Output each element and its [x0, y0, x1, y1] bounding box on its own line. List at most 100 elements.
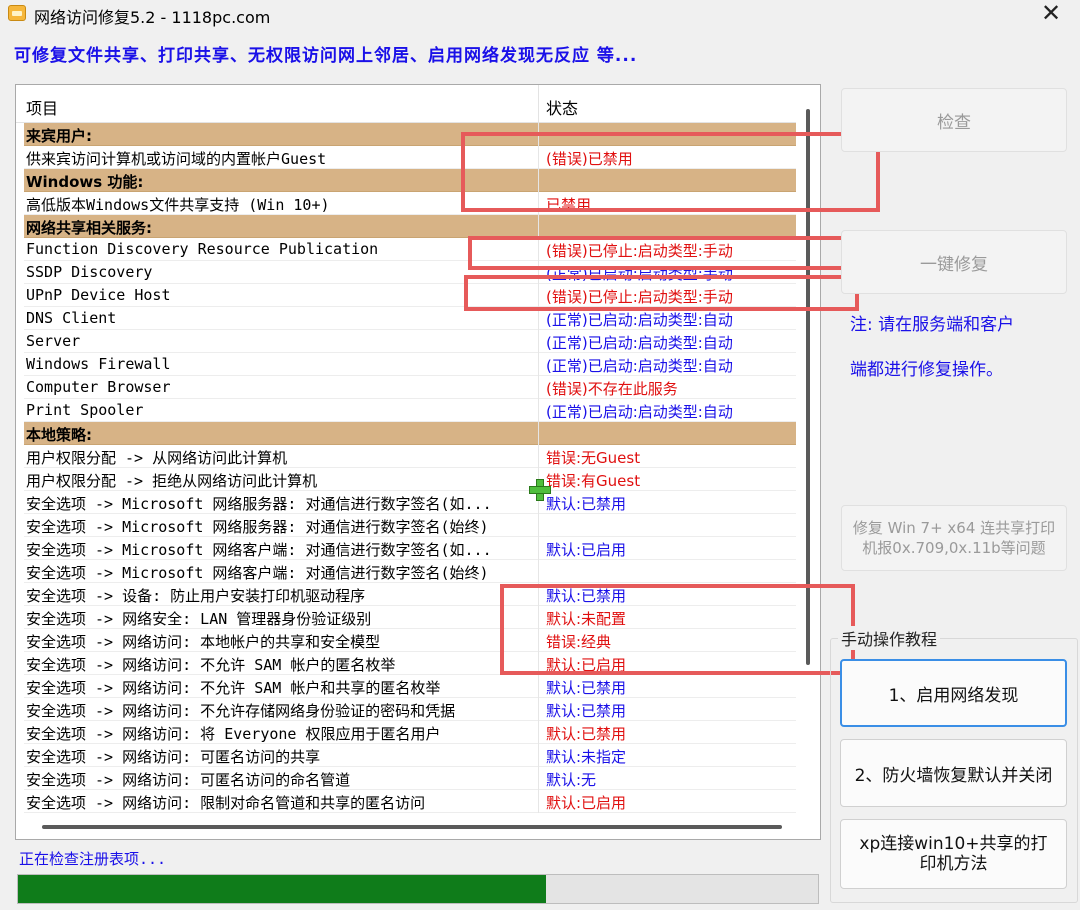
item-name: 安全选项 -> Microsoft 网络客户端: 对通信进行数字签名(始终) — [26, 564, 489, 582]
row-column-separator — [538, 422, 539, 445]
item-name: 本地策略: — [26, 426, 92, 444]
list-item[interactable]: Computer Browser (错误)不存在此服务 — [24, 376, 796, 399]
manual-tutorial-label: 手动操作教程 — [838, 626, 941, 650]
horizontal-scroll-thumb[interactable] — [42, 825, 782, 829]
list-item[interactable]: 安全选项 -> 网络访问: 不允许 SAM 帐户和共享的匿名枚举 默认:已禁用 — [24, 675, 796, 698]
list-section-header[interactable]: 本地策略: — [24, 422, 796, 445]
item-name: 安全选项 -> 网络安全: LAN 管理器身份验证级别 — [26, 610, 372, 628]
list-item[interactable]: 安全选项 -> 网络访问: 不允许存储网络身份验证的密码和凭据 默认:已禁用 — [24, 698, 796, 721]
fix-printer-error-button[interactable]: 修复 Win 7+ x64 连共享打印机报0x.709,0x.11b等问题 — [841, 505, 1067, 571]
horizontal-scrollbar[interactable] — [16, 813, 796, 839]
row-column-separator — [538, 583, 539, 606]
list-item[interactable]: 安全选项 -> Microsoft 网络客户端: 对通信进行数字签名(如... 默… — [24, 537, 796, 560]
item-status: 默认:已启用 — [546, 794, 627, 812]
row-column-separator — [538, 284, 539, 307]
list-item[interactable]: DNS Client (正常)已启动:启动类型:自动 — [24, 307, 796, 330]
list-section-header[interactable]: 来宾用户: — [24, 123, 796, 146]
vertical-scroll-thumb[interactable] — [806, 109, 810, 665]
firewall-restore-button[interactable]: 2、防火墙恢复默认并关闭 — [840, 739, 1067, 807]
list-item[interactable]: 安全选项 -> 网络访问: 将 Everyone 权限应用于匿名用户 默认:已禁用 — [24, 721, 796, 744]
row-column-separator — [538, 514, 539, 537]
one-click-fix-button[interactable]: 一键修复 — [841, 230, 1067, 294]
app-icon — [8, 5, 26, 21]
item-status: (正常)已启动:启动类型:自动 — [546, 357, 733, 375]
list-item[interactable]: 安全选项 -> 网络访问: 不允许 SAM 帐户的匿名枚举 默认:已启用 — [24, 652, 796, 675]
item-status: 默认:已禁用 — [546, 495, 627, 513]
item-name: 来宾用户: — [26, 127, 92, 145]
item-name: UPnP Device Host — [26, 286, 171, 304]
row-column-separator — [538, 606, 539, 629]
item-status: (正常)已启动:启动类型:自动 — [546, 311, 733, 329]
item-status: (正常)已启动:启动类型:自动 — [546, 403, 733, 421]
row-column-separator — [538, 261, 539, 284]
item-name: Print Spooler — [26, 401, 144, 419]
list-item[interactable]: 安全选项 -> 设备: 防止用户安装打印机驱动程序 默认:已禁用 — [24, 583, 796, 606]
list-item[interactable]: 安全选项 -> Microsoft 网络服务器: 对通信进行数字签名(始终) — [24, 514, 796, 537]
item-name: 供来宾访问计算机或访问域的内置帐户Guest — [26, 150, 327, 168]
title-bar: 网络访问修复5.2 - 1118pc.com ✕ — [0, 0, 1080, 28]
column-header-item[interactable]: 项目 — [26, 95, 58, 119]
row-column-separator — [538, 560, 539, 583]
list-item[interactable]: 安全选项 -> Microsoft 网络客户端: 对通信进行数字签名(始终) — [24, 560, 796, 583]
list-item[interactable]: Print Spooler (正常)已启动:启动类型:自动 — [24, 399, 796, 422]
close-button[interactable]: ✕ — [1034, 1, 1068, 27]
row-column-separator — [538, 744, 539, 767]
item-name: 安全选项 -> 网络访问: 限制对命名管道和共享的匿名访问 — [26, 794, 426, 812]
xp-connect-printer-button[interactable]: xp连接win10+共享的打印机方法 — [840, 819, 1067, 889]
list-section-header[interactable]: 网络共享相关服务: — [24, 215, 796, 238]
list-item[interactable]: Server (正常)已启动:启动类型:自动 — [24, 330, 796, 353]
row-column-separator — [538, 767, 539, 790]
list-item[interactable]: 安全选项 -> Microsoft 网络服务器: 对通信进行数字签名(如... 默… — [24, 491, 796, 514]
status-text: 正在检查注册表项... — [19, 850, 167, 868]
item-name: 安全选项 -> 网络访问: 可匿名访问的命名管道 — [26, 771, 351, 789]
move-cursor-icon — [528, 478, 551, 501]
list-item[interactable]: 安全选项 -> 网络访问: 可匿名访问的命名管道 默认:无 — [24, 767, 796, 790]
item-name: 安全选项 -> 网络访问: 将 Everyone 权限应用于匿名用户 — [26, 725, 441, 743]
item-name: 安全选项 -> Microsoft 网络服务器: 对通信进行数字签名(如... — [26, 495, 492, 513]
list-item[interactable]: 安全选项 -> 网络访问: 限制对命名管道和共享的匿名访问 默认:已启用 — [24, 790, 796, 813]
vertical-scrollbar[interactable] — [796, 85, 820, 813]
item-name: 安全选项 -> Microsoft 网络服务器: 对通信进行数字签名(始终) — [26, 518, 489, 536]
row-column-separator — [538, 445, 539, 468]
row-column-separator — [538, 721, 539, 744]
check-button[interactable]: 检查 — [841, 88, 1067, 152]
item-status: 错误:经典 — [546, 633, 612, 651]
item-status: (正常)已启动:启动类型:自动 — [546, 334, 733, 352]
item-status: 默认:已禁用 — [546, 587, 627, 605]
list-item[interactable]: 用户权限分配 -> 从网络访问此计算机 错误:无Guest — [24, 445, 796, 468]
item-status: 错误:有Guest — [546, 472, 641, 490]
row-column-separator — [538, 675, 539, 698]
item-status: 默认:未配置 — [546, 610, 627, 628]
row-column-separator — [538, 192, 539, 215]
row-column-separator — [538, 537, 539, 560]
row-column-separator — [538, 169, 539, 192]
item-name: 用户权限分配 -> 从网络访问此计算机 — [26, 449, 288, 467]
list-item[interactable]: 安全选项 -> 网络安全: LAN 管理器身份验证级别 默认:未配置 — [24, 606, 796, 629]
service-note-line1: 注: 请在服务端和客户 — [850, 315, 1015, 335]
item-status: 错误:无Guest — [546, 449, 641, 467]
list-rows: 来宾用户: 供来宾访问计算机或访问域的内置帐户Guest (错误)已禁用 Window… — [24, 123, 796, 813]
list-item[interactable]: Function Discovery Resource Publication (… — [24, 238, 796, 261]
item-status: 默认:未指定 — [546, 748, 627, 766]
row-column-separator — [538, 307, 539, 330]
column-header-status[interactable]: 状态 — [546, 95, 578, 119]
list-item[interactable]: 安全选项 -> 网络访问: 可匿名访问的共享 默认:未指定 — [24, 744, 796, 767]
list-section-header[interactable]: Windows 功能: — [24, 169, 796, 192]
list-item[interactable]: Windows Firewall (正常)已启动:启动类型:自动 — [24, 353, 796, 376]
list-item[interactable]: 用户权限分配 -> 拒绝从网络访问此计算机 错误:有Guest — [24, 468, 796, 491]
row-column-separator — [538, 123, 539, 146]
column-divider[interactable] — [538, 85, 539, 123]
enable-network-discovery-button[interactable]: 1、启用网络发现 — [840, 659, 1067, 727]
item-name: 安全选项 -> 设备: 防止用户安装打印机驱动程序 — [26, 587, 366, 605]
list-item[interactable]: 供来宾访问计算机或访问域的内置帐户Guest (错误)已禁用 — [24, 146, 796, 169]
check-results-list[interactable]: 项目 状态 来宾用户: 供来宾访问计算机或访问域的内置帐户Guest (错误)已禁用… — [15, 84, 821, 840]
item-name: 安全选项 -> 网络访问: 不允许 SAM 帐户的匿名枚举 — [26, 656, 396, 674]
list-item[interactable]: SSDP Discovery (正常)已启动:启动类型:手动 — [24, 261, 796, 284]
list-item[interactable]: 安全选项 -> 网络访问: 本地帐户的共享和安全模型 错误:经典 — [24, 629, 796, 652]
list-item[interactable]: 高低版本Windows文件共享支持 (Win 10+) 已禁用 — [24, 192, 796, 215]
item-status: (错误)已停止:启动类型:手动 — [546, 242, 733, 260]
row-column-separator — [538, 399, 539, 422]
list-item[interactable]: UPnP Device Host (错误)已停止:启动类型:手动 — [24, 284, 796, 307]
row-column-separator — [538, 353, 539, 376]
item-status: (错误)不存在此服务 — [546, 380, 678, 398]
